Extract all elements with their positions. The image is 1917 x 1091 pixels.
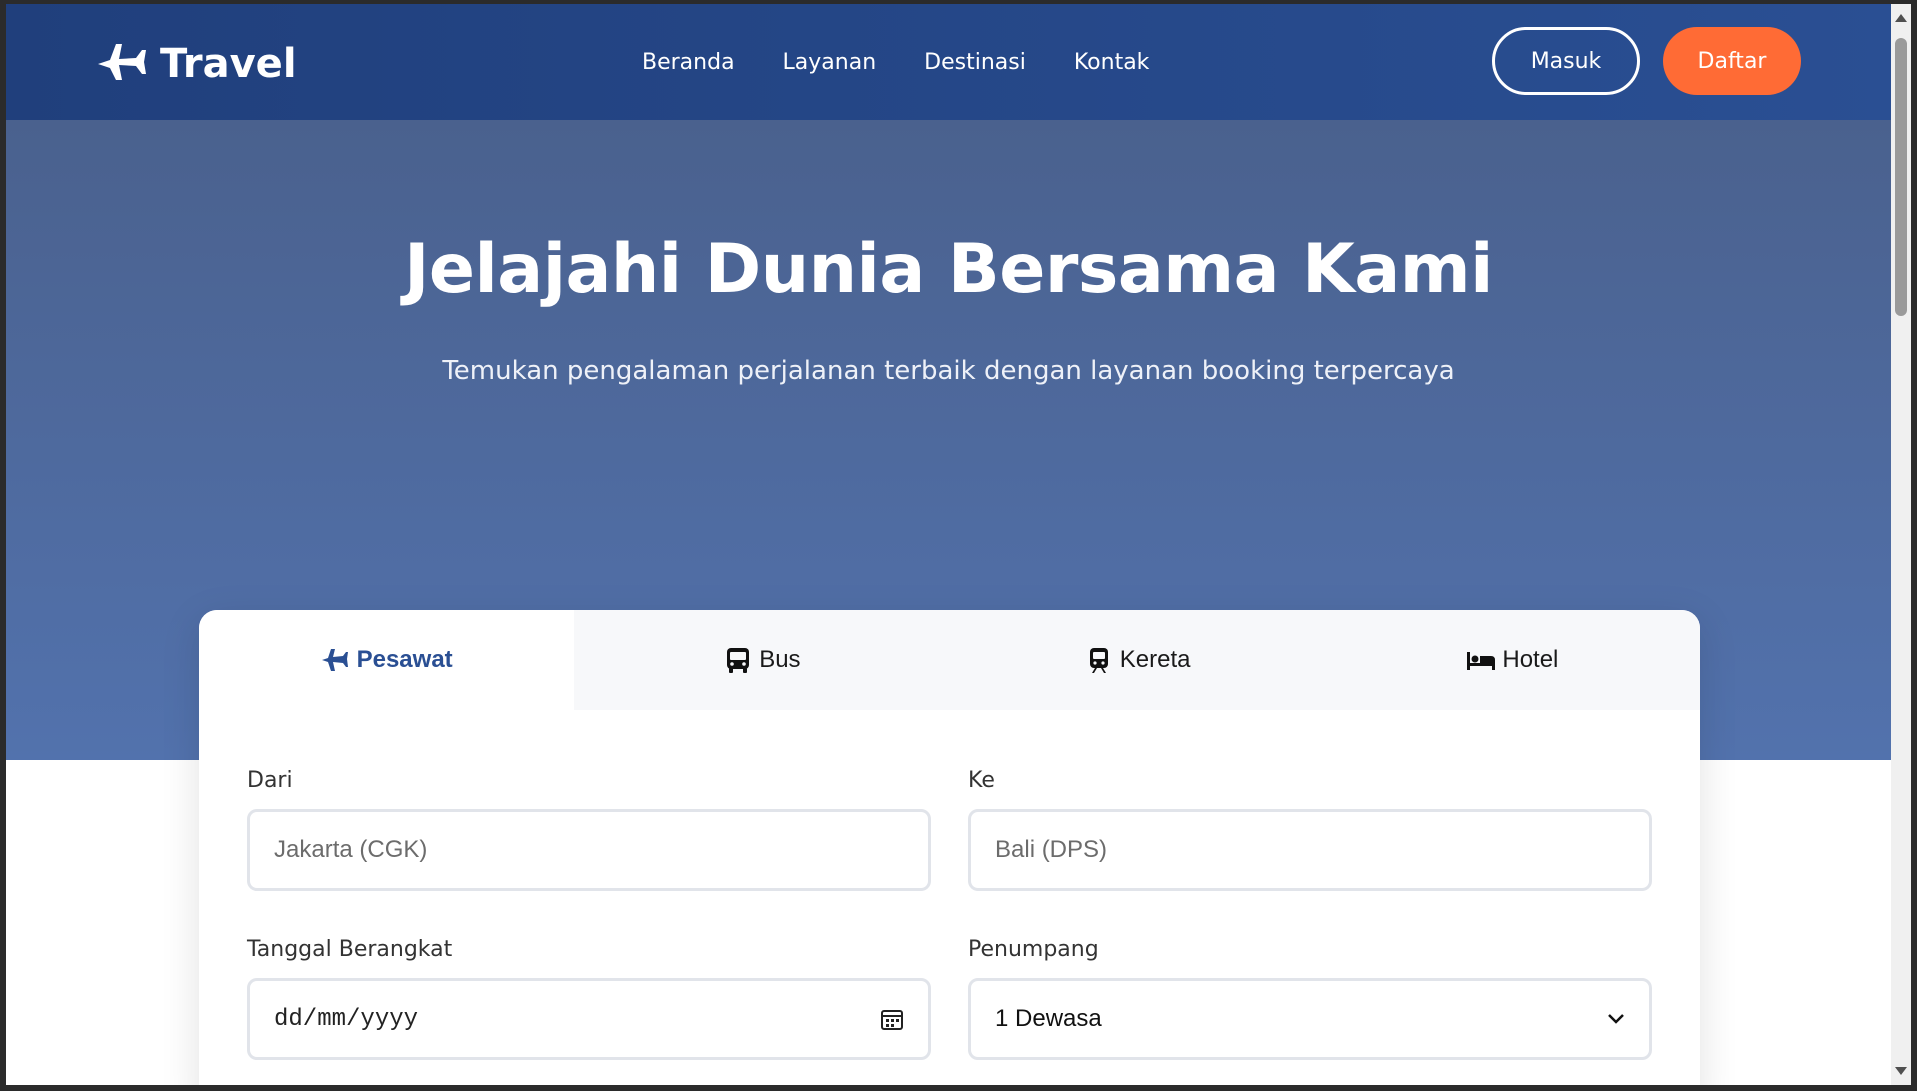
passengers-label: Penumpang [968,937,1099,962]
bus-icon [727,648,750,673]
passengers-value: 1 Dewasa [995,1005,1102,1032]
date-placeholder: dd/mm/yyyy [274,1005,419,1033]
to-field-group: Ke [968,768,1652,891]
tab-label: Bus [759,646,801,673]
main-nav: Beranda Layanan Destinasi Kontak [642,50,1149,75]
booking-card: Pesawat Bus Kereta Hotel Dari Jakarta (C… [199,610,1700,1085]
train-icon [1089,648,1108,673]
brand-name: Travel [160,41,297,87]
nav-link-layanan[interactable]: Layanan [783,50,877,75]
chevron-down-icon [1608,1014,1624,1024]
tab-kereta[interactable]: Kereta [949,610,1325,710]
scroll-up-arrow[interactable] [1895,14,1907,22]
tab-label: Kereta [1119,646,1191,673]
navbar: Travel Beranda Layanan Destinasi Kontak … [6,4,1891,120]
date-field-group: Tanggal Berangkat dd/mm/yyyy [247,937,931,1060]
tab-label: Hotel [1502,646,1559,673]
date-label: Tanggal Berangkat [247,937,453,962]
tab-hotel[interactable]: Hotel [1324,610,1700,710]
register-button[interactable]: Daftar [1663,27,1801,95]
airplane-icon [98,44,146,80]
nav-link-destinasi[interactable]: Destinasi [924,50,1026,75]
from-input-box [247,809,931,891]
booking-tabs: Pesawat Bus Kereta Hotel [199,610,1700,710]
scroll-thumb[interactable] [1895,38,1907,316]
to-input[interactable] [995,836,1625,864]
nav-link-beranda[interactable]: Beranda [642,50,735,75]
to-label: Ke [968,768,995,793]
tab-bus[interactable]: Bus [574,610,950,710]
from-label: Dari [247,768,293,793]
airplane-icon [321,649,348,671]
hero-title: Jelajahi Dunia Bersama Kami [404,230,1493,309]
from-input[interactable] [274,836,904,864]
browser-viewport: Travel Beranda Layanan Destinasi Kontak … [6,4,1891,1085]
vertical-scrollbar[interactable] [1891,4,1911,1085]
date-input[interactable]: dd/mm/yyyy [247,978,931,1060]
brand-logo[interactable]: Travel [96,38,297,90]
nav-link-kontak[interactable]: Kontak [1074,50,1150,75]
to-input-box [968,809,1652,891]
from-field-group: Dari [247,768,931,891]
calendar-icon[interactable] [880,1007,904,1031]
scroll-down-arrow[interactable] [1895,1067,1907,1075]
bed-icon [1467,652,1496,670]
login-button[interactable]: Masuk [1492,27,1640,95]
passengers-select[interactable]: 1 Dewasa [968,978,1652,1060]
passengers-field-group: Penumpang 1 Dewasa [968,937,1652,1060]
hero-subtitle: Temukan pengalaman perjalanan terbaik de… [442,356,1455,386]
tab-label: Pesawat [356,646,453,673]
tab-pesawat[interactable]: Pesawat [199,610,575,710]
